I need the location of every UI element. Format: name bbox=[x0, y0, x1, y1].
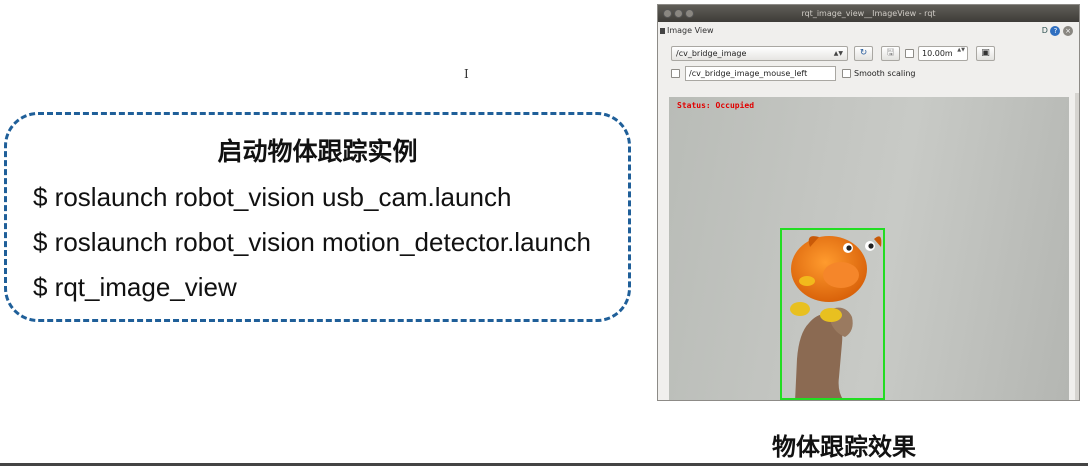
zoom-spinbox[interactable]: 10.00m ▲▼ bbox=[918, 46, 968, 61]
dock-float-button[interactable]: D bbox=[1042, 26, 1048, 35]
topic-select-value: /cv_bridge_image bbox=[676, 49, 747, 58]
result-caption: 物体跟踪效果 bbox=[772, 433, 916, 461]
status-overlay-text: Status: Occupied bbox=[677, 101, 755, 110]
text-cursor-icon: I bbox=[464, 67, 469, 81]
zoom-checkbox[interactable] bbox=[905, 49, 914, 58]
smooth-scaling-label: Smooth scaling bbox=[854, 69, 916, 78]
command-line: $ roslaunch robot_vision motion_detector… bbox=[33, 227, 591, 257]
smooth-scaling-checkbox[interactable] bbox=[842, 69, 851, 78]
window-title: rqt_image_view__ImageView - rqt bbox=[801, 9, 936, 18]
refresh-button[interactable]: ↻ bbox=[854, 46, 873, 61]
dock-close-icon[interactable]: × bbox=[1063, 26, 1073, 36]
vertical-scrollbar[interactable] bbox=[1075, 93, 1079, 400]
command-line: $ roslaunch robot_vision usb_cam.launch bbox=[33, 182, 512, 212]
window-minimize-icon[interactable] bbox=[674, 9, 683, 18]
zoom-value: 10.00m bbox=[922, 49, 953, 58]
window-close-icon[interactable] bbox=[663, 9, 672, 18]
mouse-topic-field[interactable]: /cv_bridge_image_mouse_left bbox=[685, 66, 836, 81]
select-arrow-icon: ▲▼ bbox=[833, 50, 843, 57]
rotate-image-button[interactable]: ▣ bbox=[976, 46, 995, 61]
mouse-publish-checkbox[interactable] bbox=[671, 69, 680, 78]
command-box: 启动物体跟踪实例 $ roslaunch robot_vision usb_ca… bbox=[4, 112, 631, 322]
window-maximize-icon[interactable] bbox=[685, 9, 694, 18]
command-box-title: 启动物体跟踪实例 bbox=[217, 137, 418, 166]
dock-title: Image View bbox=[667, 26, 714, 35]
dock-controls: D ? × bbox=[1042, 26, 1073, 36]
rqt-image-view-window: rqt_image_view__ImageView - rqt Image Vi… bbox=[657, 4, 1080, 401]
command-line: $ rqt_image_view bbox=[33, 272, 237, 302]
window-titlebar: rqt_image_view__ImageView - rqt bbox=[658, 5, 1079, 22]
camera-image[interactable]: Status: Occupied bbox=[669, 97, 1069, 400]
save-image-button[interactable]: 🖫 bbox=[881, 46, 900, 61]
topic-select[interactable]: /cv_bridge_image ▲▼ bbox=[671, 46, 848, 61]
help-icon[interactable]: ? bbox=[1050, 26, 1061, 36]
tracking-bounding-box bbox=[780, 228, 885, 400]
bottom-divider bbox=[0, 463, 1088, 466]
spin-arrows-icon[interactable]: ▲▼ bbox=[957, 47, 965, 53]
